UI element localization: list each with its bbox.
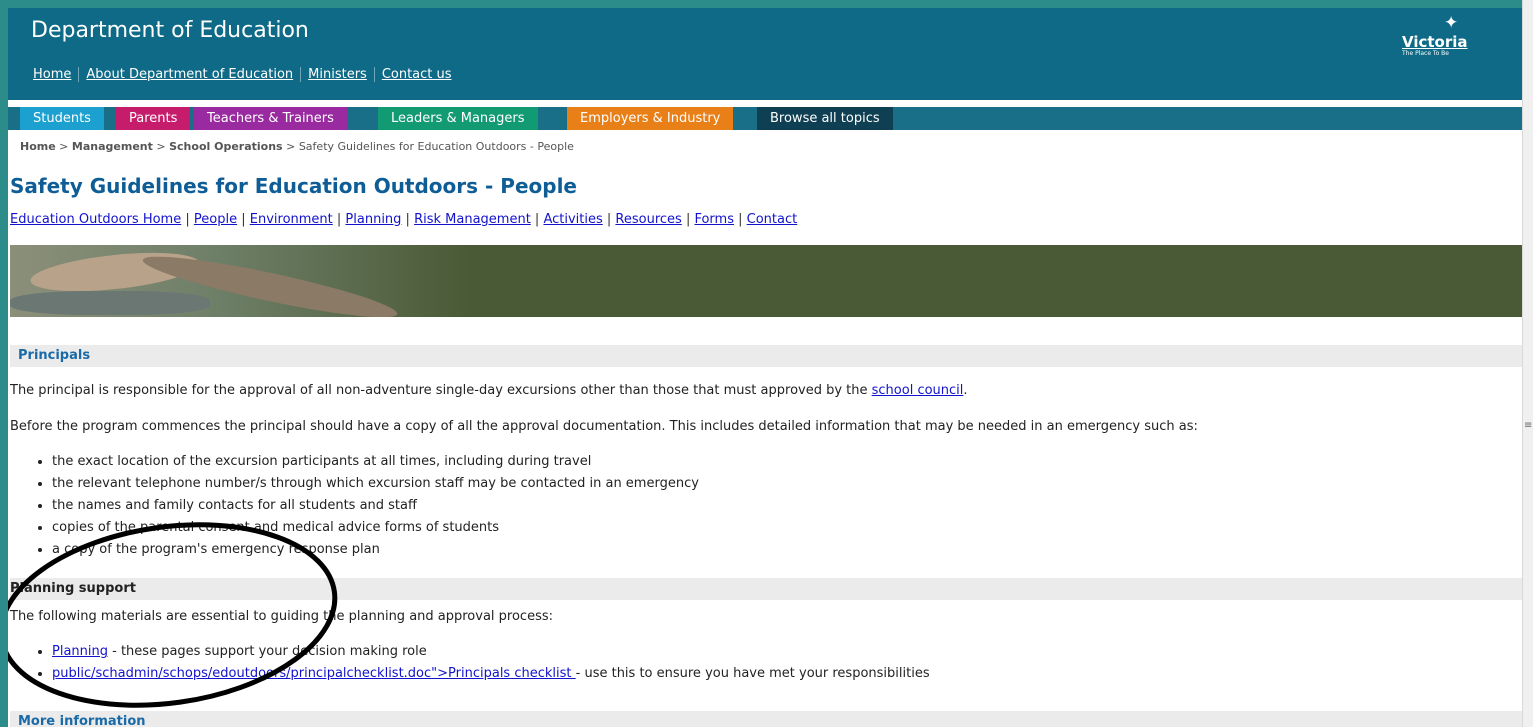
list-item: Planning - these pages support your deci…: [52, 641, 930, 663]
school-council-link[interactable]: school council: [872, 383, 964, 398]
list-item: copies of the parental consent and medic…: [52, 517, 699, 539]
page: Department of Education Home About Depar…: [8, 8, 1523, 727]
checklist-link-desc: - use this to ensure you have met your r…: [575, 666, 930, 681]
tab-teachers[interactable]: Teachers & Trainers: [194, 107, 347, 130]
list-item: the names and family contacts for all st…: [52, 495, 699, 517]
subnav-planning[interactable]: Planning: [345, 212, 401, 227]
logo-tagline: The Place To Be: [1402, 50, 1449, 57]
breadcrumb-sep: >: [152, 140, 170, 153]
tab-students[interactable]: Students: [20, 107, 104, 130]
site-title: Department of Education: [31, 18, 309, 43]
tab-browse-all[interactable]: Browse all topics: [757, 107, 893, 130]
principals-p1-end: .: [963, 383, 968, 398]
more-information-header: More information: [10, 711, 1523, 727]
victoria-logo[interactable]: ✦ Victoria The Place To Be: [1402, 13, 1472, 61]
principals-header: Principals: [10, 345, 1523, 367]
subnav-people[interactable]: People: [194, 212, 237, 227]
planning-support-intro: The following materials are essential to…: [10, 609, 554, 624]
star-icon: ✦: [1444, 13, 1459, 33]
subnav-forms[interactable]: Forms: [694, 212, 734, 227]
principals-heading: Principals: [18, 348, 91, 363]
list-item: the exact location of the excursion part…: [52, 451, 699, 473]
principals-paragraph-2: Before the program commences the princip…: [10, 419, 1198, 434]
vertical-scrollbar[interactable]: ≡: [1522, 0, 1533, 727]
subnav-education-outdoors-home[interactable]: Education Outdoors Home: [10, 212, 181, 227]
breadcrumb-management[interactable]: Management: [72, 140, 153, 153]
breadcrumb: Home > Management > School Operations > …: [20, 140, 574, 153]
section-nav: Education Outdoors Home | People | Envir…: [10, 212, 798, 227]
top-nav-home[interactable]: Home: [31, 67, 80, 82]
list-item: the relevant telephone number/s through …: [52, 473, 699, 495]
principals-bullet-list: the exact location of the excursion part…: [30, 451, 699, 561]
principals-p1-text: The principal is responsible for the app…: [10, 383, 872, 398]
list-item: a copy of the program's emergency respon…: [52, 539, 699, 561]
page-title: Safety Guidelines for Education Outdoors…: [10, 174, 577, 198]
breadcrumb-current: Safety Guidelines for Education Outdoors…: [298, 140, 574, 153]
site-header: Department of Education Home About Depar…: [8, 8, 1523, 100]
tab-parents[interactable]: Parents: [116, 107, 191, 130]
subnav-activities[interactable]: Activities: [543, 212, 602, 227]
principals-checklist-link[interactable]: public/schadmin/schops/edoutdoors/princi…: [52, 666, 576, 681]
breadcrumb-sep: >: [55, 140, 72, 153]
breadcrumb-home[interactable]: Home: [20, 140, 56, 153]
logo-word: Victoria: [1402, 33, 1468, 51]
subnav-resources[interactable]: Resources: [615, 212, 681, 227]
planning-link-desc: - these pages support your decision maki…: [108, 644, 427, 659]
banner-rock: [10, 291, 210, 315]
breadcrumb-school-operations[interactable]: School Operations: [169, 140, 283, 153]
planning-support-list: Planning - these pages support your deci…: [30, 641, 930, 685]
principals-paragraph-1: The principal is responsible for the app…: [10, 383, 968, 398]
tab-employers[interactable]: Employers & Industry: [567, 107, 734, 130]
scrollbar-grip-icon: ≡: [1524, 420, 1533, 431]
top-nav-contact[interactable]: Contact us: [375, 67, 459, 82]
audience-tabs: Students Parents Teachers & Trainers Lea…: [8, 107, 1523, 130]
banner-image: [10, 245, 1523, 317]
tab-leaders[interactable]: Leaders & Managers: [378, 107, 538, 130]
breadcrumb-sep: >: [282, 140, 299, 153]
planning-support-header: Planning support: [10, 578, 1523, 600]
list-item: public/schadmin/schops/edoutdoors/princi…: [52, 663, 930, 685]
top-nav-ministers[interactable]: Ministers: [301, 67, 375, 82]
subnav-environment[interactable]: Environment: [250, 212, 333, 227]
top-nav-about[interactable]: About Department of Education: [79, 67, 302, 82]
subnav-contact[interactable]: Contact: [747, 212, 798, 227]
planning-link[interactable]: Planning: [52, 644, 108, 659]
top-nav: Home About Department of Education Minis…: [31, 67, 459, 82]
subnav-risk-management[interactable]: Risk Management: [414, 212, 531, 227]
planning-support-heading: Planning support: [10, 581, 136, 596]
more-information-heading: More information: [18, 714, 146, 727]
